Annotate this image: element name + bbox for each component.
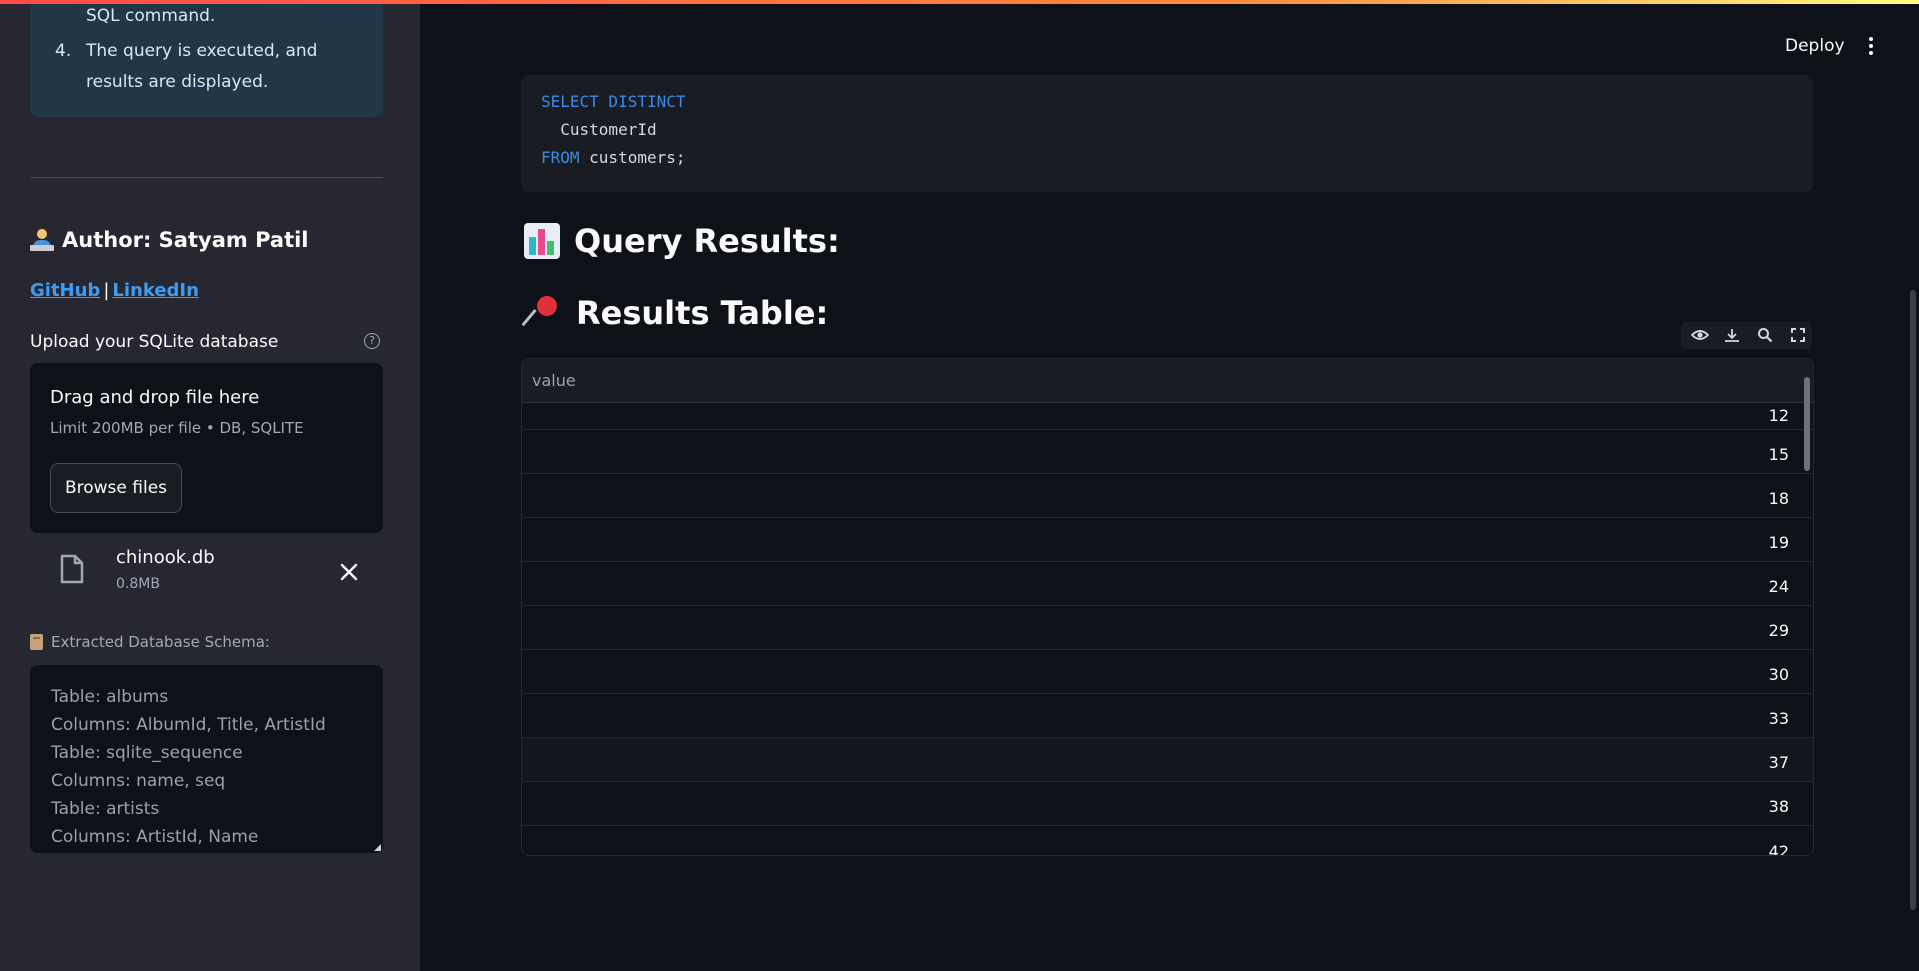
dropzone-limit-text: Limit 200MB per file • DB, SQLITE — [50, 419, 304, 437]
query-results-title: Query Results: — [574, 222, 840, 260]
column-header-value[interactable]: value — [532, 371, 576, 390]
file-icon — [60, 554, 84, 588]
schema-line: Table: albums — [51, 687, 169, 707]
uploaded-file: chinook.db 0.8MB — [30, 545, 383, 605]
table-row[interactable]: 42 — [522, 826, 1813, 856]
search-icon[interactable] — [1757, 327, 1773, 347]
deploy-button[interactable]: Deploy — [1785, 36, 1845, 56]
table-row[interactable]: 24 — [522, 562, 1813, 606]
table-cell: 33 — [1768, 709, 1789, 728]
table-cell: 19 — [1768, 533, 1789, 552]
file-size: 0.8MB — [116, 576, 160, 592]
schema-line: Columns: name, seq — [51, 771, 226, 791]
table-cell: 38 — [1768, 797, 1789, 816]
code-keyword: FROM — [541, 148, 580, 167]
schema-label-text: Extracted Database Schema: — [51, 633, 270, 651]
table-cell: 12 — [1768, 406, 1789, 425]
resize-handle[interactable] — [374, 844, 381, 851]
table-scrollbar[interactable] — [1804, 377, 1810, 471]
code-line: FROM customers; — [541, 148, 686, 167]
code-line: CustomerId — [541, 120, 657, 139]
upload-label: Upload your SQLite database — [30, 332, 279, 352]
instruction-text: results are displayed. — [86, 72, 269, 92]
instruction-number: 4. — [55, 41, 72, 61]
table-toolbar — [1681, 322, 1812, 349]
schema-line: Table: sqlite_sequence — [51, 743, 243, 763]
results-table[interactable]: value 12 15 18 19 24 29 30 33 37 38 42 — [521, 358, 1814, 856]
help-icon[interactable]: ? — [364, 333, 380, 349]
instruction-text: SQL command. — [86, 6, 216, 26]
table-row[interactable]: 12 — [522, 402, 1813, 430]
linkedin-link[interactable]: LinkedIn — [112, 280, 199, 301]
table-cell: 29 — [1768, 621, 1789, 640]
table-row[interactable]: 33 — [522, 694, 1813, 738]
file-name: chinook.db — [116, 547, 215, 568]
github-link[interactable]: GitHub — [30, 280, 100, 301]
table-row[interactable]: 38 — [522, 782, 1813, 826]
instruction-text: The query is executed, and — [86, 41, 318, 61]
social-links: GitHub | LinkedIn — [30, 280, 199, 301]
table-row[interactable]: 30 — [522, 650, 1813, 694]
code-text: customers; — [579, 148, 686, 167]
sql-code-block: SELECT DISTINCT CustomerId FROM customer… — [521, 75, 1813, 192]
table-row[interactable]: 15 — [522, 430, 1813, 474]
schema-line: Columns: ArtistId, Name — [51, 827, 259, 847]
table-header[interactable]: value — [522, 359, 1813, 403]
schema-line: Columns: AlbumId, Title, ArtistId — [51, 715, 326, 735]
pushpin-icon — [521, 293, 562, 332]
book-icon — [30, 634, 43, 650]
technologist-icon — [30, 228, 54, 252]
file-dropzone[interactable]: Drag and drop file here Limit 200MB per … — [30, 363, 383, 533]
table-row[interactable]: 29 — [522, 606, 1813, 650]
table-cell: 42 — [1768, 842, 1789, 856]
table-cell: 18 — [1768, 489, 1789, 508]
browse-files-button[interactable]: Browse files — [50, 463, 182, 513]
fullscreen-icon[interactable] — [1790, 327, 1806, 347]
link-separator: | — [103, 280, 110, 301]
query-results-heading: Query Results: — [524, 222, 840, 260]
top-progress-bar — [0, 0, 1919, 4]
schema-textarea[interactable]: Table: albums Columns: AlbumId, Title, A… — [30, 665, 383, 853]
eye-icon[interactable] — [1690, 327, 1710, 347]
table-cell: 30 — [1768, 665, 1789, 684]
page-scrollbar[interactable] — [1910, 290, 1916, 910]
table-row[interactable]: 19 — [522, 518, 1813, 562]
author-text: Author: Satyam Patil — [62, 228, 309, 252]
schema-line: Table: artists — [51, 799, 160, 819]
remove-file-icon[interactable] — [340, 562, 358, 587]
sidebar: SQL command. 4. The query is executed, a… — [0, 0, 420, 971]
results-table-title: Results Table: — [576, 294, 829, 332]
instructions-box: SQL command. 4. The query is executed, a… — [30, 0, 383, 117]
main-menu-icon[interactable] — [1868, 35, 1876, 57]
sidebar-divider — [30, 177, 383, 178]
table-cell: 37 — [1768, 753, 1789, 772]
table-cell: 15 — [1768, 445, 1789, 464]
author-heading: Author: Satyam Patil — [30, 228, 309, 252]
download-icon[interactable] — [1724, 327, 1740, 347]
table-cell: 24 — [1768, 577, 1789, 596]
table-row[interactable]: 37 — [522, 738, 1813, 782]
table-row[interactable]: 18 — [522, 474, 1813, 518]
bar-chart-icon — [524, 223, 560, 259]
dropzone-title: Drag and drop file here — [50, 387, 260, 408]
results-table-heading: Results Table: — [521, 293, 829, 332]
code-line: SELECT DISTINCT — [541, 92, 686, 111]
schema-label: Extracted Database Schema: — [30, 633, 270, 651]
